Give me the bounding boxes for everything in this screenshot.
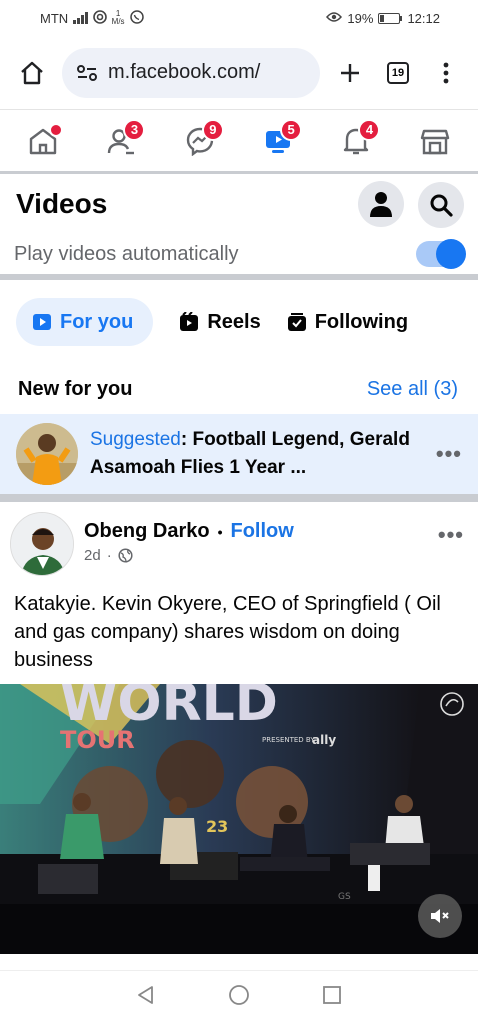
square-recents-icon <box>322 986 341 1004</box>
svg-text:GS: GS <box>338 892 351 902</box>
nav-home[interactable] <box>13 117 73 165</box>
video-post: Obeng Darko • Follow 2d · ••• Katakyie. … <box>0 502 478 968</box>
video-tabs: For you Reels Following <box>0 280 478 364</box>
follow-button[interactable]: Follow <box>230 520 293 543</box>
avatar[interactable] <box>10 512 74 576</box>
search-button[interactable] <box>418 181 464 228</box>
plus-icon <box>341 63 359 82</box>
reels-icon <box>180 312 199 331</box>
nav-video[interactable]: 5 <box>248 117 308 165</box>
page-title: Videos <box>16 188 108 219</box>
nav-notifications[interactable]: 4 <box>326 117 386 165</box>
autoplay-row: Play videos automatically <box>0 234 478 280</box>
suggested-label: Suggested <box>90 429 181 450</box>
nav-friends[interactable]: 3 <box>91 117 151 165</box>
author-name[interactable]: Obeng Darko <box>84 520 210 543</box>
suggested-item[interactable]: Suggested: Football Legend, Gerald Asamo… <box>0 414 478 502</box>
home-button[interactable] <box>14 55 50 91</box>
home-notification-dot <box>49 122 64 137</box>
android-nav-bar <box>0 970 478 1024</box>
mute-button[interactable] <box>418 894 462 938</box>
recents-button[interactable] <box>321 984 343 1011</box>
fb-top-nav: 3 9 5 4 <box>0 110 478 174</box>
profile-button[interactable] <box>357 180 404 227</box>
marketplace-icon <box>420 129 449 154</box>
videos-header: Videos <box>0 174 478 234</box>
video-badge: 5 <box>280 118 303 141</box>
video-player[interactable]: WORLD TOUR PRESENTED BY ally 23 GS <box>0 684 478 954</box>
eye-icon <box>326 11 343 26</box>
post-text: Katakyie. Kevin Okyere, CEO of Springfie… <box>14 593 441 671</box>
tab-following[interactable]: Following <box>287 298 408 346</box>
status-bar: MTN 1 M/s 19% 12:12 <box>0 0 478 36</box>
autoplay-label: Play videos automatically <box>14 242 239 265</box>
see-all-link[interactable]: See all (3) <box>367 378 458 401</box>
suggested-text: Suggested: Football Legend, Gerald Asamo… <box>90 426 424 482</box>
url-text: m.facebook.com/ <box>108 61 261 83</box>
nav-marketplace[interactable] <box>405 117 465 165</box>
battery-icon <box>378 12 403 24</box>
tab-count: 19 <box>387 61 409 84</box>
home-nav-button[interactable] <box>228 984 250 1011</box>
clock: 12:12 <box>407 10 440 26</box>
video-tour-text: TOUR <box>60 726 135 754</box>
tab-reels[interactable]: Reels <box>179 298 261 346</box>
carrier-name: MTN <box>40 10 69 26</box>
video-presented-by: PRESENTED BY <box>262 736 315 744</box>
search-icon <box>430 194 453 217</box>
circle-home-icon <box>229 985 249 1005</box>
play-icon <box>33 314 51 330</box>
time-separator: · <box>106 547 112 564</box>
messenger-badge: 9 <box>201 118 224 141</box>
person-icon <box>369 191 392 217</box>
post-more-button[interactable]: ••• <box>438 522 464 548</box>
browser-toolbar: m.facebook.com/ 19 <box>0 36 478 110</box>
post-time[interactable]: 2d <box>84 547 101 564</box>
battery-percent: 19% <box>347 10 374 26</box>
back-icon <box>138 986 154 1004</box>
autoplay-toggle[interactable] <box>416 239 466 269</box>
signal-icon <box>73 12 88 24</box>
more-vert-icon <box>443 62 449 83</box>
new-tab-button[interactable] <box>332 55 368 91</box>
globe-icon <box>118 548 133 563</box>
suggested-more-button[interactable]: ••• <box>436 441 462 467</box>
new-for-you-header: New for you See all (3) <box>0 364 478 414</box>
back-button[interactable] <box>135 984 157 1011</box>
video-sponsor: ally <box>312 733 336 747</box>
following-icon <box>287 313 306 331</box>
section-heading: New for you <box>18 377 133 400</box>
notifications-badge: 4 <box>358 118 381 141</box>
suggested-thumbnail <box>16 423 78 485</box>
tab-for-you[interactable]: For you <box>16 298 154 346</box>
whatsapp-icon <box>129 9 144 27</box>
post-header: Obeng Darko • Follow 2d · ••• <box>0 512 478 576</box>
home-icon <box>21 61 43 84</box>
tab-switcher-button[interactable]: 19 <box>380 55 416 91</box>
video-number: 23 <box>206 817 228 836</box>
muted-speaker-icon <box>431 909 449 923</box>
site-settings-icon[interactable] <box>76 64 98 82</box>
reactions-row <box>0 954 478 968</box>
wifi-icon <box>92 9 107 27</box>
address-bar[interactable]: m.facebook.com/ <box>62 47 320 98</box>
name-separator: • <box>217 523 223 540</box>
friends-badge: 3 <box>123 118 146 141</box>
nav-messenger[interactable]: 9 <box>170 117 230 165</box>
network-speed: 1 M/s <box>111 9 125 26</box>
browser-menu-button[interactable] <box>428 55 464 91</box>
video-frame: WORLD TOUR PRESENTED BY ally 23 GS <box>0 684 478 954</box>
